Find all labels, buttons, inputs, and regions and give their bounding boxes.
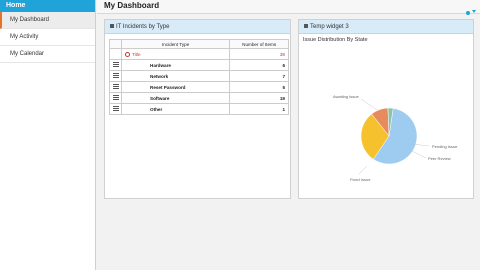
label-fixed-issue: Fixed Issue — [350, 177, 371, 182]
row-type: Other — [120, 103, 231, 115]
table-row[interactable]: Reset Password 5 — [109, 81, 289, 93]
pie-widget-header[interactable]: Temp widget 3 — [299, 20, 473, 34]
chevron-down-icon[interactable] — [472, 10, 476, 13]
sidebar: Home My Dashboard My Activity My Calenda… — [0, 0, 96, 270]
app-window: Home My Dashboard My Activity My Calenda… — [0, 0, 480, 270]
row-type: Hardware — [120, 59, 231, 71]
leader-line-peer-review — [411, 150, 427, 159]
row-count: 38 — [229, 48, 289, 60]
label-peer-review: Peer Review — [428, 156, 451, 161]
table-row[interactable]: Other 1 — [109, 103, 289, 115]
pie-chart: Awaiting Issue Pending Issue Peer Review… — [333, 94, 458, 182]
incidents-widget-title: IT Incidents by Type — [116, 24, 170, 30]
row-count: 5 — [229, 81, 289, 93]
sidebar-item-my-activity[interactable]: My Activity — [0, 29, 95, 46]
list-icon — [112, 62, 119, 67]
pie-widget-title: Temp widget 3 — [310, 24, 349, 30]
row-count: 1 — [229, 103, 289, 115]
main-area: My Dashboard IT Incidents by Type Incide… — [97, 0, 480, 270]
row-type: Title — [120, 48, 231, 60]
row-icon-cell — [109, 70, 122, 82]
lock-icon — [110, 24, 114, 28]
sidebar-item-my-calendar[interactable]: My Calendar — [0, 46, 95, 63]
pie-chart-title: Issue Distribution By State — [303, 37, 368, 43]
main-header: My Dashboard — [97, 0, 480, 15]
row-icon-cell — [109, 59, 122, 71]
sidebar-item-my-dashboard[interactable]: My Dashboard — [0, 12, 95, 29]
table-row[interactable]: Network 7 — [109, 70, 289, 82]
row-icon-cell — [109, 92, 122, 104]
table-row[interactable]: Software 19 — [109, 92, 289, 104]
label-pending-issue: Pending Issue — [432, 144, 458, 149]
leader-line-fixed — [358, 165, 368, 175]
row-icon-cell — [109, 81, 122, 93]
column-header-number-of-items[interactable]: Number of Items — [229, 39, 289, 49]
list-icon — [112, 95, 119, 100]
row-type: Network — [120, 70, 231, 82]
list-icon — [112, 106, 119, 111]
lock-icon — [304, 24, 308, 28]
issue-distribution-widget: Temp widget 3 Issue Distribution By Stat… — [298, 19, 474, 199]
table-header-row: Incident Type Number of Items — [109, 39, 289, 49]
row-count: 7 — [229, 70, 289, 82]
row-type: Software — [120, 92, 231, 104]
row-type-label: Title — [132, 52, 141, 57]
row-icon-cell — [109, 103, 122, 115]
label-awaiting-issue: Awaiting Issue — [333, 94, 359, 99]
list-icon — [112, 73, 119, 78]
collapse-icon[interactable] — [125, 52, 130, 57]
incidents-table: Incident Type Number of Items Title 38 H… — [109, 39, 289, 115]
column-header-icon — [109, 39, 122, 49]
table-row[interactable]: Hardware 6 — [109, 59, 289, 71]
leader-line-awaiting — [360, 98, 378, 111]
settings-icon[interactable] — [466, 11, 470, 15]
column-header-incident-type[interactable]: Incident Type — [120, 39, 231, 49]
row-count: 19 — [229, 92, 289, 104]
page-title: My Dashboard — [104, 1, 160, 10]
row-type: Reset Password — [120, 81, 231, 93]
row-count: 6 — [229, 59, 289, 71]
home-header[interactable]: Home — [0, 0, 95, 12]
row-icon-cell — [109, 48, 122, 60]
incidents-widget-header[interactable]: IT Incidents by Type — [105, 20, 290, 34]
list-icon — [112, 84, 119, 89]
table-row[interactable]: Title 38 — [109, 48, 289, 60]
incidents-widget: IT Incidents by Type Incident Type Numbe… — [104, 19, 291, 199]
